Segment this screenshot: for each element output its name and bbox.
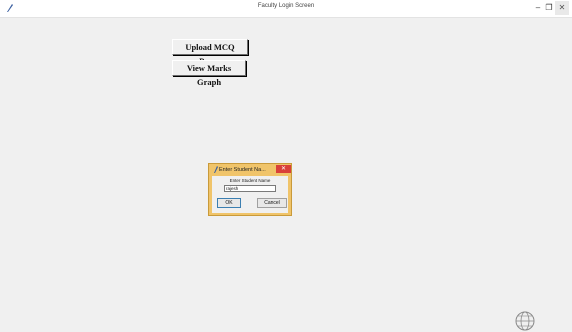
globe-icon: [515, 311, 535, 331]
close-window-button[interactable]: ✕: [555, 1, 569, 15]
enter-student-name-dialog: Enter Student Na... ✕ Enter Student Name…: [208, 163, 292, 216]
maximize-button[interactable]: ❐: [543, 1, 555, 15]
dialog-prompt: Enter Student Name: [229, 178, 271, 183]
view-marks-graph-button[interactable]: View Marks Graph: [172, 60, 246, 87]
student-name-input[interactable]: rajesh: [224, 185, 276, 192]
dialog-body: Enter Student Name rajesh OK Cancel: [212, 176, 288, 213]
upload-mcq-paper-button[interactable]: Upload MCQ Paper: [172, 39, 248, 66]
ok-button[interactable]: OK: [217, 198, 241, 208]
cancel-button[interactable]: Cancel: [257, 198, 287, 208]
dialog-title: Enter Student Na...: [219, 167, 266, 173]
dialog-close-button[interactable]: ✕: [276, 165, 291, 173]
window-title: Faculty Login Screen: [257, 3, 315, 9]
window-titlebar: Faculty Login Screen – ❐ ✕: [0, 0, 572, 18]
